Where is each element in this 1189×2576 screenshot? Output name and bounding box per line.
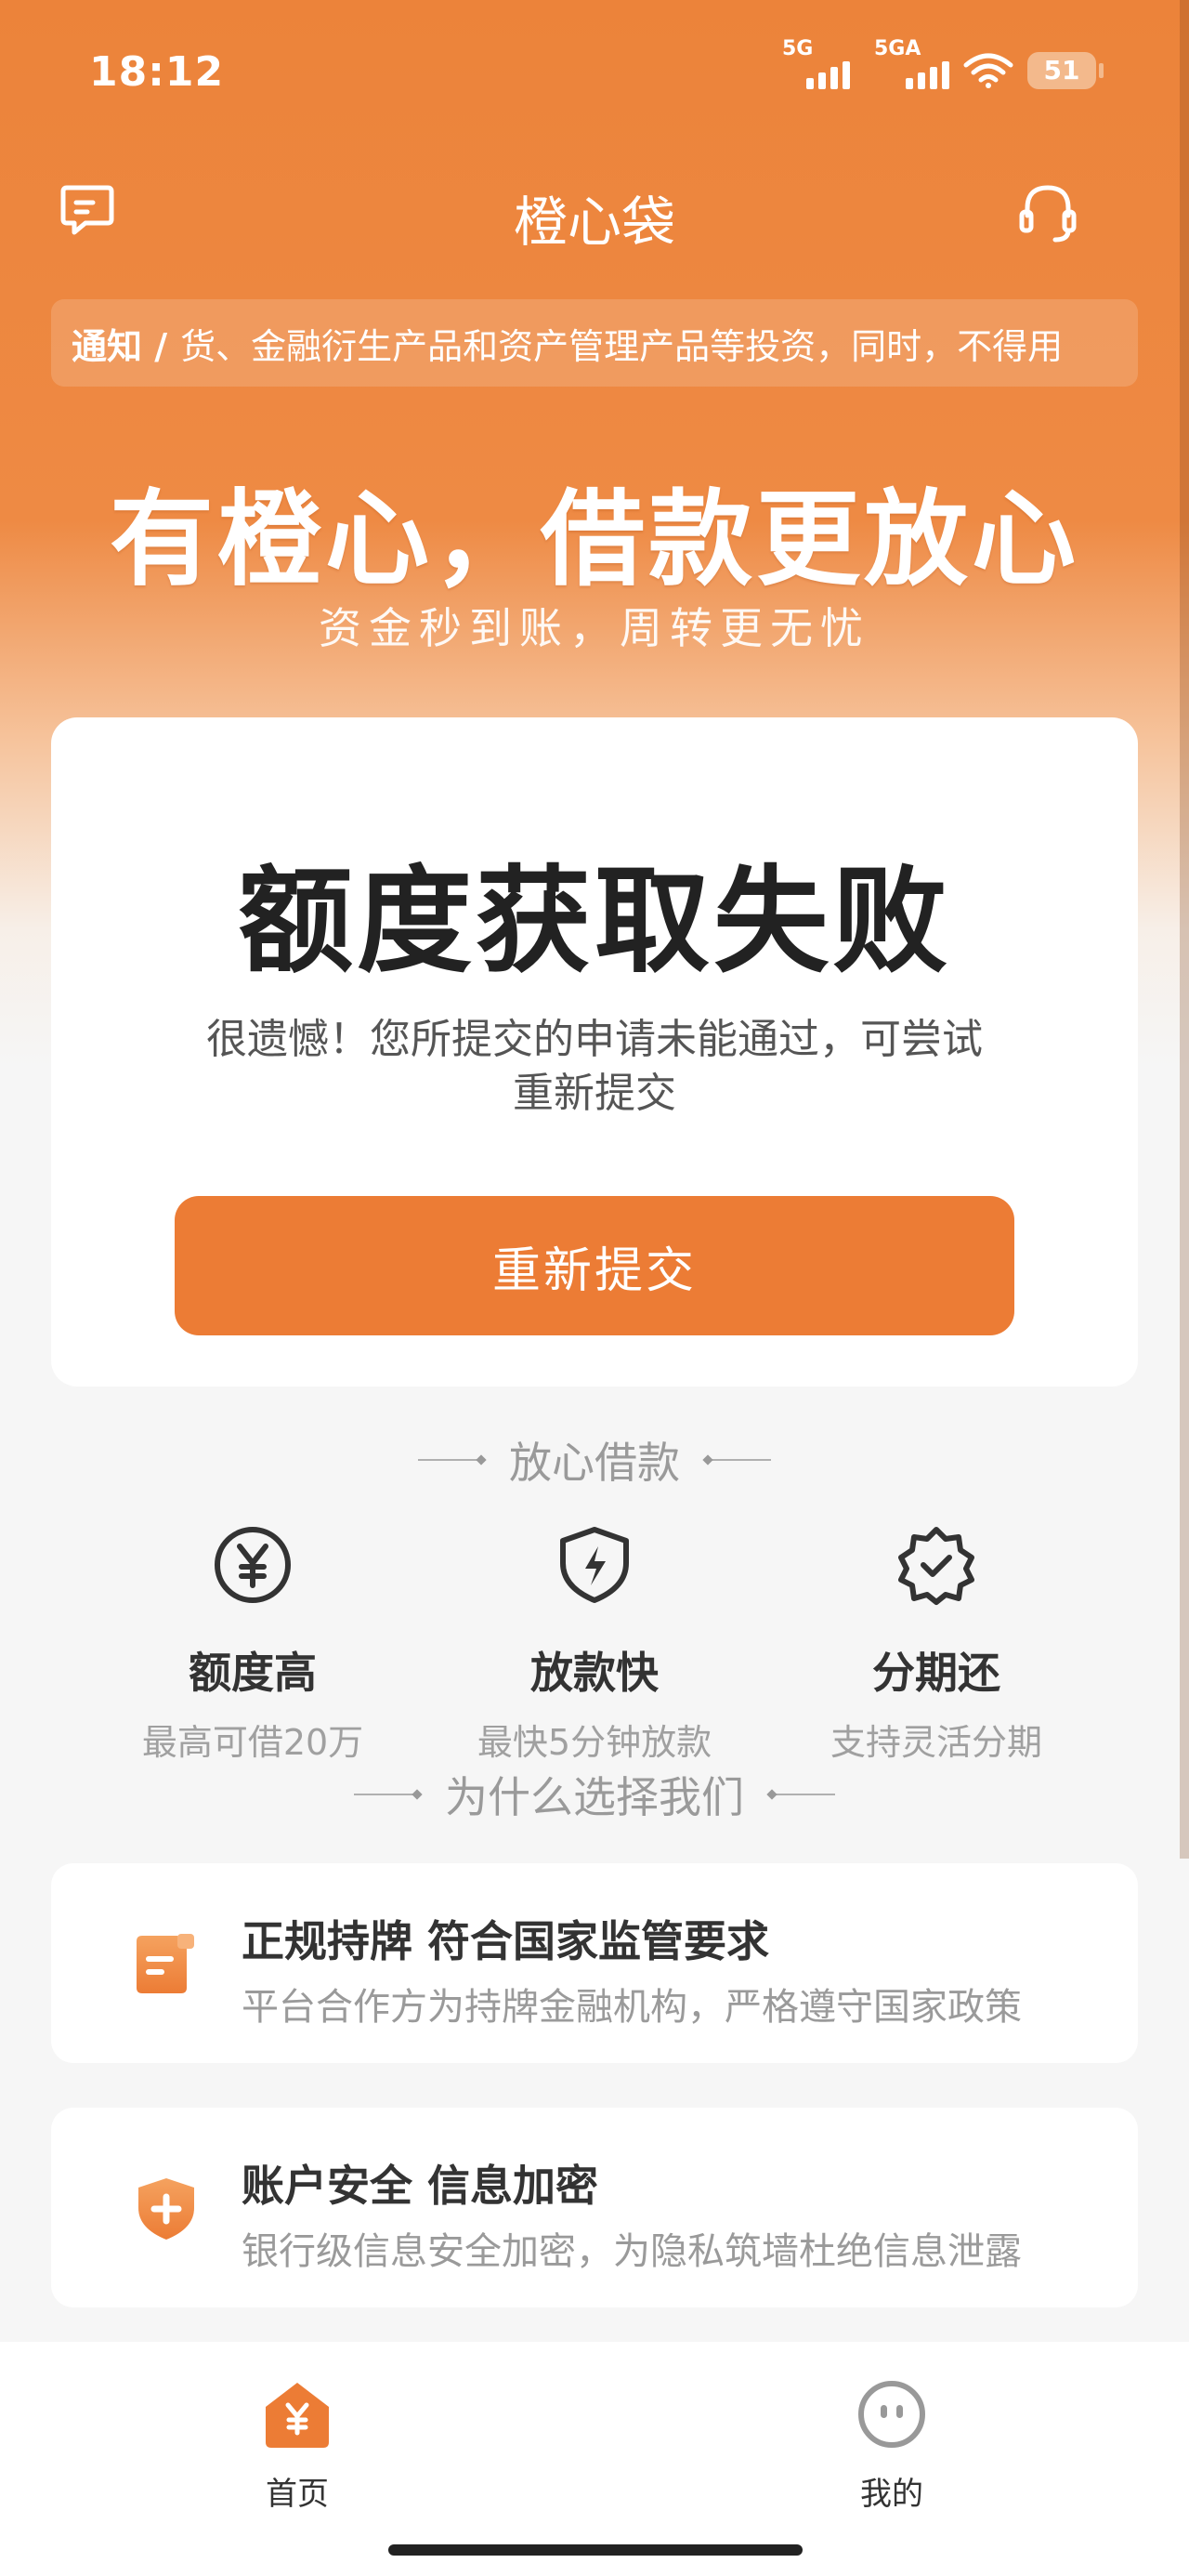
feature-item-quota: 额度高 最高可借20万	[67, 1524, 438, 1765]
cellular-signal-icon: 5GA	[874, 37, 949, 89]
features-heading: 放心借款	[0, 1429, 1189, 1491]
notice-bar[interactable]: 通知 / 货、金融衍生产品和资产管理产品等投资，同时，不得用	[51, 299, 1138, 387]
why-card-license[interactable]: 正规持牌 符合国家监管要求 平台合作方为持牌金融机构，严格遵守国家政策	[51, 1863, 1138, 2063]
status-time: 18:12	[89, 48, 225, 96]
license-card-icon	[137, 1934, 194, 1993]
feature-item-speed: 放款快 最快5分钟放款	[409, 1524, 780, 1765]
tab-home-label: 首页	[266, 2476, 329, 2513]
notice-text: 货、金融衍生产品和资产管理产品等投资，同时，不得用	[180, 325, 1064, 367]
feature-item-installment: 分期还 支持灵活分期	[751, 1524, 1122, 1765]
why-heading: 为什么选择我们	[0, 1764, 1189, 1825]
feature-title: 分期还	[872, 1648, 1000, 1698]
profile-face-icon	[858, 2381, 925, 2448]
heading-decoration	[704, 1455, 771, 1465]
feature-title: 放款快	[530, 1648, 659, 1698]
resubmit-button[interactable]: 重新提交	[175, 1196, 1014, 1335]
wifi-icon	[963, 53, 1013, 88]
status-icons: 5G 5GA 51	[782, 37, 1104, 89]
home-yen-icon	[266, 2383, 329, 2448]
app-title: 橙心袋	[513, 191, 675, 254]
cellular-signal-icon: 5G	[782, 37, 850, 89]
why-desc: 平台合作方为持牌金融机构，严格遵守国家政策	[242, 1986, 1022, 2029]
heading-decoration	[768, 1790, 835, 1799]
why-title: 账户安全 信息加密	[242, 2161, 599, 2211]
tab-mine-label: 我的	[860, 2476, 923, 2513]
lightning-shield-icon	[560, 1527, 629, 1603]
app-header: 橙心袋	[0, 167, 1189, 254]
why-card-security[interactable]: 账户安全 信息加密 银行级信息安全加密，为隐私筑墙杜绝信息泄露	[51, 2108, 1138, 2307]
notice-label: 通知 /	[72, 325, 168, 367]
scrollbar[interactable]	[1180, 0, 1189, 1859]
result-description: 很遗憾！您所提交的申请未能通过，可尝试重新提交	[206, 1016, 983, 1117]
features-heading-text: 放心借款	[509, 1438, 680, 1488]
heading-decoration	[354, 1790, 421, 1799]
check-badge-icon	[898, 1527, 974, 1605]
home-indicator[interactable]	[388, 2544, 803, 2556]
status-bar: 18:12 5G 5GA 51	[0, 0, 1189, 149]
yen-circle-icon	[215, 1527, 291, 1603]
tab-home[interactable]: 首页	[204, 2379, 390, 2514]
customer-service-icon[interactable]	[1018, 180, 1078, 247]
security-shield-icon	[138, 2178, 194, 2240]
tab-mine[interactable]: 我的	[799, 2379, 985, 2514]
why-heading-text: 为什么选择我们	[445, 1772, 744, 1822]
feature-title: 额度高	[189, 1648, 317, 1698]
bottom-tab-bar: 首页 我的	[0, 2342, 1189, 2576]
result-card: 额度获取失败 很遗憾！您所提交的申请未能通过，可尝试重新提交 重新提交	[51, 717, 1138, 1387]
why-desc: 银行级信息安全加密，为隐私筑墙杜绝信息泄露	[242, 2230, 1022, 2273]
hero-subtitle: 资金秒到账，周转更无忧	[319, 603, 870, 653]
feature-desc: 支持灵活分期	[830, 1722, 1042, 1763]
why-title: 正规持牌 符合国家监管要求	[242, 1916, 770, 1966]
hero-title: 有橙心，借款更放心	[110, 480, 1079, 600]
battery-icon: 51	[1027, 52, 1104, 89]
heading-decoration	[418, 1455, 485, 1465]
feature-desc: 最高可借20万	[141, 1722, 364, 1763]
result-title: 额度获取失败	[237, 855, 951, 989]
feature-desc: 最快5分钟放款	[477, 1722, 712, 1763]
